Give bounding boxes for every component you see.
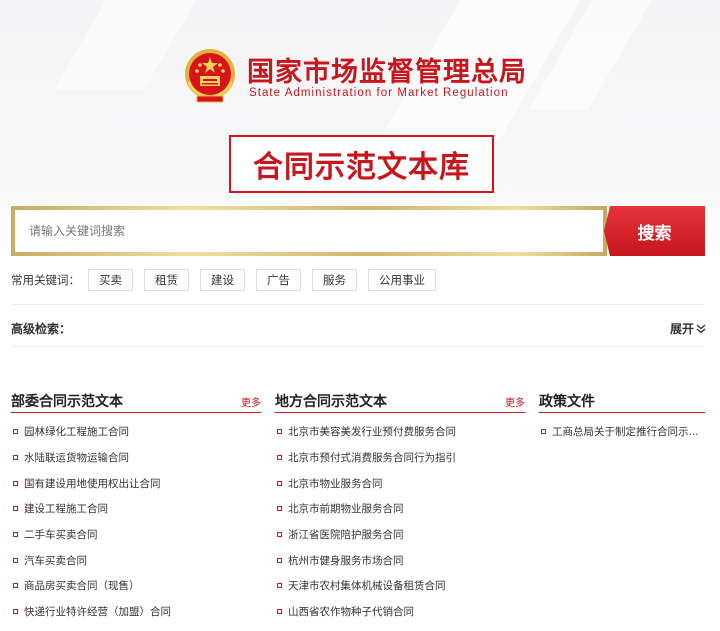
list-item[interactable]: 商品房买卖合同（现售） (11, 573, 261, 599)
keyword-tag-buy-sell[interactable]: 买卖 (88, 269, 133, 291)
divider (11, 346, 705, 347)
bullet-icon (277, 429, 282, 435)
search-box (11, 206, 607, 256)
list-item[interactable]: 园林绿化工程施工合同 (11, 419, 261, 445)
local-contracts-panel: 地方合同示范文本 更多 北京市美容美发行业预付费服务合同 北京市预付式消费服务合… (275, 390, 525, 625)
bullet-icon (277, 455, 282, 461)
bullet-icon (13, 506, 18, 512)
list-item[interactable]: 天津市农村集体机械设备租赁合同 (275, 573, 525, 599)
bullet-icon (277, 532, 282, 538)
list-item[interactable]: 水陆联运货物运输合同 (11, 445, 261, 471)
list-item[interactable]: 国有建设用地使用权出让合同 (11, 470, 261, 496)
bullet-icon (13, 480, 18, 486)
bullet-icon (13, 557, 18, 563)
more-link[interactable]: 更多 (505, 394, 525, 409)
expand-toggle[interactable]: 展开 (670, 320, 706, 337)
common-keywords: 常用关键词： 买卖 租赁 建设 广告 服务 公用事业 (11, 269, 447, 291)
policy-documents-panel: 政策文件 工商总局关于制定推行合同示... (539, 390, 705, 445)
divider (11, 304, 705, 305)
library-title: 合同示范文本库 (229, 135, 494, 193)
more-link[interactable]: 更多 (241, 394, 261, 409)
list-item[interactable]: 杭州市健身服务市场合同 (275, 547, 525, 573)
search-input[interactable] (15, 210, 603, 252)
keyword-tag-service[interactable]: 服务 (312, 269, 357, 291)
bullet-icon (277, 506, 282, 512)
bullet-icon (277, 609, 282, 615)
list-item[interactable]: 建设工程施工合同 (11, 496, 261, 522)
list-item[interactable]: 二手车买卖合同 (11, 522, 261, 548)
keyword-tag-advertising[interactable]: 广告 (256, 269, 301, 291)
org-name-cn: 国家市场监督管理总局 (247, 57, 527, 88)
expand-label: 展开 (670, 322, 695, 336)
keywords-label: 常用关键词： (11, 273, 80, 287)
panel-title: 政策文件 (539, 394, 595, 410)
panel-header: 政策文件 (539, 390, 705, 413)
panel-title: 地方合同示范文本 (275, 394, 387, 410)
list-item[interactable]: 北京市物业服务合同 (275, 470, 525, 496)
keyword-tag-lease[interactable]: 租赁 (144, 269, 189, 291)
list-item[interactable]: 浙江省医院陪护服务合同 (275, 522, 525, 548)
advanced-search-label: 高级检索： (11, 322, 72, 336)
national-emblem-icon (185, 49, 235, 103)
decor-stripe (54, 0, 196, 90)
list-item[interactable]: 汽车买卖合同 (11, 547, 261, 573)
bullet-icon (13, 583, 18, 589)
list-item[interactable]: 北京市预付式消费服务合同行为指引 (275, 445, 525, 471)
keyword-tag-public-utility[interactable]: 公用事业 (368, 269, 436, 291)
bullet-icon (541, 429, 546, 435)
bullet-icon (13, 532, 18, 538)
bullet-icon (277, 480, 282, 486)
search-button[interactable]: 搜索 (604, 206, 705, 256)
list-item[interactable]: 快递行业特许经营（加盟）合同 (11, 599, 261, 625)
bullet-icon (277, 583, 282, 589)
keyword-tag-construction[interactable]: 建设 (200, 269, 245, 291)
org-name-en: State Administration for Market Regulati… (249, 87, 509, 99)
panel-header: 地方合同示范文本 更多 (275, 390, 525, 413)
bullet-icon (13, 609, 18, 615)
double-chevron-down-icon (696, 324, 706, 333)
list-item[interactable]: 北京市美容美发行业预付费服务合同 (275, 419, 525, 445)
bullet-icon (13, 429, 18, 435)
list-item[interactable]: 山西省农作物种子代销合同 (275, 599, 525, 625)
bullet-icon (13, 455, 18, 461)
ministry-contracts-panel: 部委合同示范文本 更多 园林绿化工程施工合同 水陆联运货物运输合同 国有建设用地… (11, 390, 261, 625)
panel-header: 部委合同示范文本 更多 (11, 390, 261, 413)
list-item[interactable]: 工商总局关于制定推行合同示... (539, 419, 705, 445)
list-item[interactable]: 北京市前期物业服务合同 (275, 496, 525, 522)
bullet-icon (277, 557, 282, 563)
panel-title: 部委合同示范文本 (11, 394, 123, 410)
